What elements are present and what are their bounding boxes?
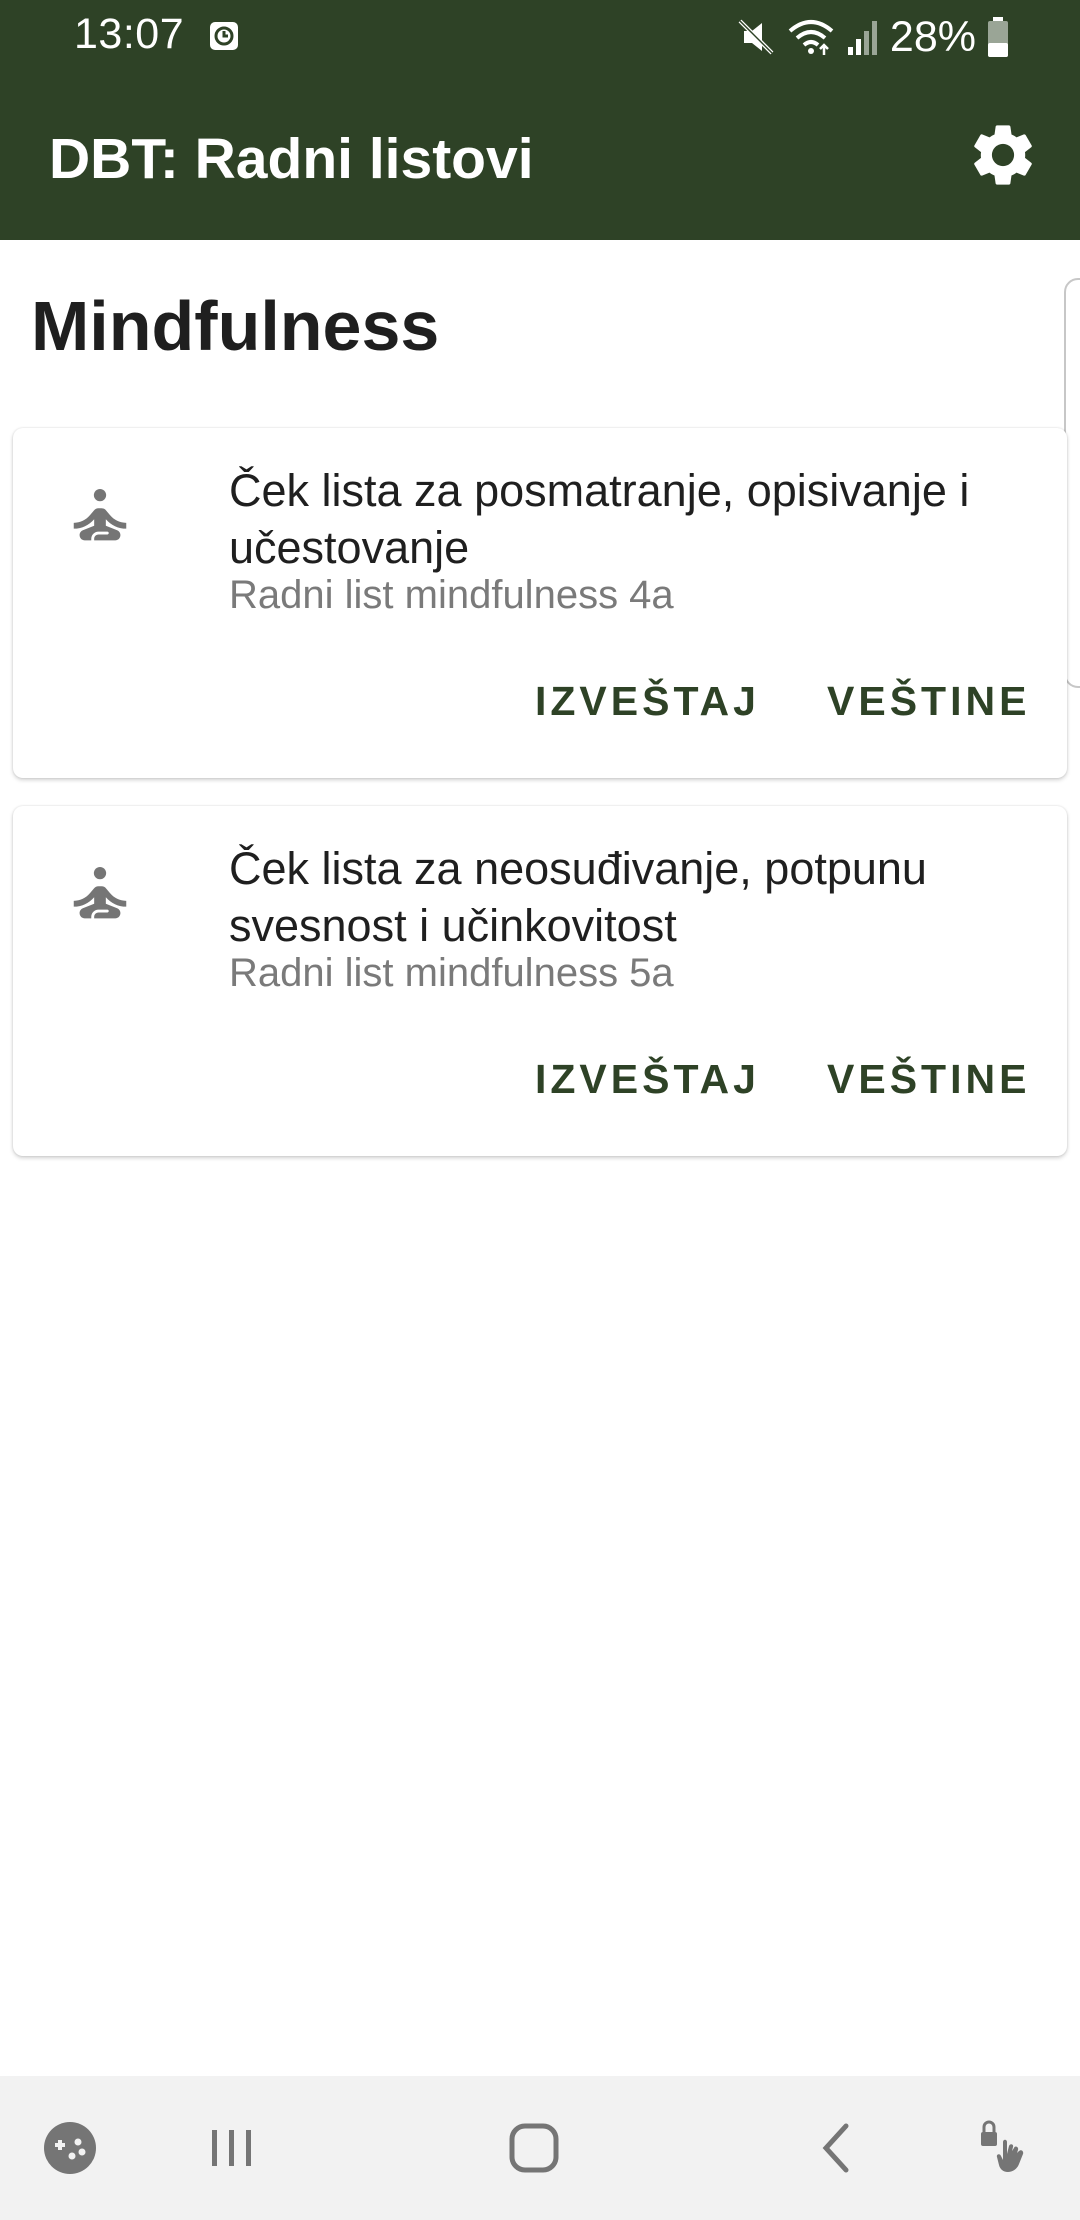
worksheet-title: Ček lista za posmatranje, opisivanje i u… [229,465,970,573]
status-bar: 13:07 28% [0,0,1080,74]
worksheet-subtitle: Radni list mindfulness 5a [229,951,674,995]
game-icon[interactable] [38,2116,102,2180]
recents-icon[interactable] [200,2116,264,2180]
worksheet-card[interactable]: Ček lista za posmatranje, opisivanje i u… [13,428,1067,778]
touch-lock-icon[interactable] [975,2116,1039,2180]
skills-button[interactable]: VEŠTINE [827,1056,1030,1103]
home-icon[interactable] [502,2116,566,2180]
worksheet-title: Ček lista za neosuđivanje, potpunu svesn… [229,843,927,951]
app-bar: DBT: Radni listovi [0,74,1080,240]
meditation-icon [73,489,127,541]
gear-icon[interactable] [966,118,1040,192]
screen: 13:07 28% DBT: Radni listovi Mindfulness… [0,0,1080,2220]
top-bar: 13:07 28% DBT: Radni listovi [0,0,1080,240]
meditation-icon [73,867,127,919]
system-nav-bar [0,2076,1080,2220]
section-title: Mindfulness [31,287,440,365]
worksheet-subtitle: Radni list mindfulness 4a [229,573,674,617]
battery-icon [988,17,1008,57]
mute-icon [738,19,774,55]
status-right: 28% [736,10,1010,64]
wifi-icon [788,20,834,55]
back-icon[interactable] [806,2116,870,2180]
signal-icon [847,21,877,55]
status-time: 13:07 [74,10,185,58]
alarm-icon [210,22,238,50]
report-button[interactable]: IZVEŠTAJ [535,678,760,725]
app-title: DBT: Radni listovi [49,127,534,191]
battery-percent: 28% [889,12,976,61]
report-button[interactable]: IZVEŠTAJ [535,1056,760,1103]
skills-button[interactable]: VEŠTINE [827,678,1030,725]
worksheet-card[interactable]: Ček lista za neosuđivanje, potpunu svesn… [13,806,1067,1156]
